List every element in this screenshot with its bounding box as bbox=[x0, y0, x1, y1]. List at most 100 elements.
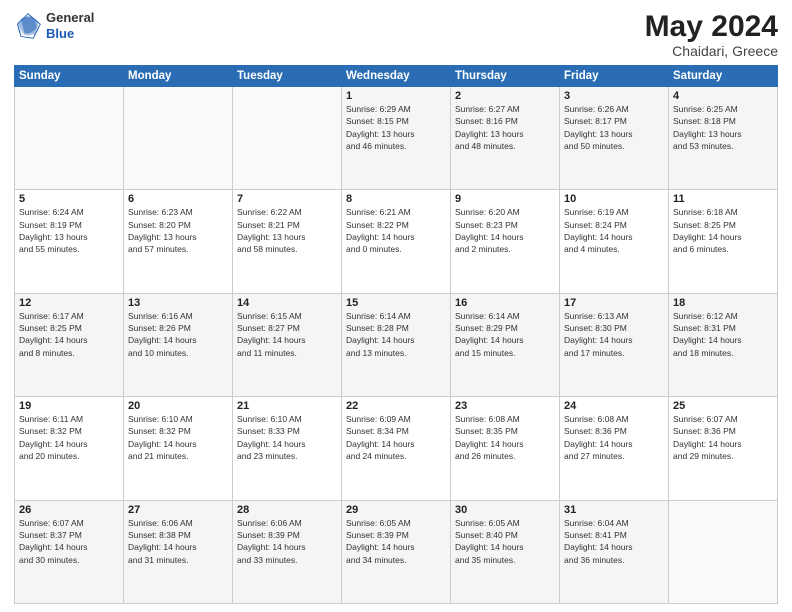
day-cell bbox=[124, 87, 233, 190]
day-cell: 13Sunrise: 6:16 AM Sunset: 8:26 PM Dayli… bbox=[124, 293, 233, 396]
day-number: 22 bbox=[346, 400, 446, 412]
day-cell: 23Sunrise: 6:08 AM Sunset: 8:35 PM Dayli… bbox=[451, 397, 560, 500]
day-number: 1 bbox=[346, 90, 446, 102]
day-info: Sunrise: 6:16 AM Sunset: 8:26 PM Dayligh… bbox=[128, 310, 228, 359]
day-cell: 29Sunrise: 6:05 AM Sunset: 8:39 PM Dayli… bbox=[342, 500, 451, 603]
day-number: 12 bbox=[19, 297, 119, 309]
day-cell: 20Sunrise: 6:10 AM Sunset: 8:32 PM Dayli… bbox=[124, 397, 233, 500]
day-info: Sunrise: 6:19 AM Sunset: 8:24 PM Dayligh… bbox=[564, 206, 664, 255]
day-number: 14 bbox=[237, 297, 337, 309]
day-cell: 26Sunrise: 6:07 AM Sunset: 8:37 PM Dayli… bbox=[15, 500, 124, 603]
title-month: May 2024 bbox=[645, 10, 778, 43]
title-block: May 2024 Chaidari, Greece bbox=[645, 10, 778, 59]
day-number: 29 bbox=[346, 504, 446, 516]
day-info: Sunrise: 6:17 AM Sunset: 8:25 PM Dayligh… bbox=[19, 310, 119, 359]
day-info: Sunrise: 6:07 AM Sunset: 8:37 PM Dayligh… bbox=[19, 517, 119, 566]
day-number: 11 bbox=[673, 193, 773, 205]
day-info: Sunrise: 6:24 AM Sunset: 8:19 PM Dayligh… bbox=[19, 206, 119, 255]
day-cell: 6Sunrise: 6:23 AM Sunset: 8:20 PM Daylig… bbox=[124, 190, 233, 293]
day-info: Sunrise: 6:06 AM Sunset: 8:38 PM Dayligh… bbox=[128, 517, 228, 566]
col-saturday: Saturday bbox=[669, 66, 778, 87]
day-number: 27 bbox=[128, 504, 228, 516]
day-cell: 18Sunrise: 6:12 AM Sunset: 8:31 PM Dayli… bbox=[669, 293, 778, 396]
day-cell: 14Sunrise: 6:15 AM Sunset: 8:27 PM Dayli… bbox=[233, 293, 342, 396]
day-number: 2 bbox=[455, 90, 555, 102]
day-cell: 1Sunrise: 6:29 AM Sunset: 8:15 PM Daylig… bbox=[342, 87, 451, 190]
day-number: 5 bbox=[19, 193, 119, 205]
header: General Blue May 2024 Chaidari, Greece bbox=[14, 10, 778, 59]
day-cell: 3Sunrise: 6:26 AM Sunset: 8:17 PM Daylig… bbox=[560, 87, 669, 190]
day-number: 3 bbox=[564, 90, 664, 102]
day-number: 16 bbox=[455, 297, 555, 309]
day-info: Sunrise: 6:06 AM Sunset: 8:39 PM Dayligh… bbox=[237, 517, 337, 566]
day-info: Sunrise: 6:11 AM Sunset: 8:32 PM Dayligh… bbox=[19, 413, 119, 462]
day-info: Sunrise: 6:12 AM Sunset: 8:31 PM Dayligh… bbox=[673, 310, 773, 359]
day-cell: 16Sunrise: 6:14 AM Sunset: 8:29 PM Dayli… bbox=[451, 293, 560, 396]
day-info: Sunrise: 6:04 AM Sunset: 8:41 PM Dayligh… bbox=[564, 517, 664, 566]
week-row-1: 5Sunrise: 6:24 AM Sunset: 8:19 PM Daylig… bbox=[15, 190, 778, 293]
day-cell: 30Sunrise: 6:05 AM Sunset: 8:40 PM Dayli… bbox=[451, 500, 560, 603]
day-cell: 11Sunrise: 6:18 AM Sunset: 8:25 PM Dayli… bbox=[669, 190, 778, 293]
day-number: 28 bbox=[237, 504, 337, 516]
day-number: 7 bbox=[237, 193, 337, 205]
day-number: 31 bbox=[564, 504, 664, 516]
logo-general: General bbox=[46, 10, 94, 26]
day-cell: 19Sunrise: 6:11 AM Sunset: 8:32 PM Dayli… bbox=[15, 397, 124, 500]
week-row-2: 12Sunrise: 6:17 AM Sunset: 8:25 PM Dayli… bbox=[15, 293, 778, 396]
title-location: Chaidari, Greece bbox=[645, 43, 778, 59]
day-info: Sunrise: 6:15 AM Sunset: 8:27 PM Dayligh… bbox=[237, 310, 337, 359]
col-thursday: Thursday bbox=[451, 66, 560, 87]
day-cell: 17Sunrise: 6:13 AM Sunset: 8:30 PM Dayli… bbox=[560, 293, 669, 396]
page: General Blue May 2024 Chaidari, Greece S… bbox=[0, 0, 792, 612]
day-cell: 4Sunrise: 6:25 AM Sunset: 8:18 PM Daylig… bbox=[669, 87, 778, 190]
day-cell: 31Sunrise: 6:04 AM Sunset: 8:41 PM Dayli… bbox=[560, 500, 669, 603]
day-info: Sunrise: 6:22 AM Sunset: 8:21 PM Dayligh… bbox=[237, 206, 337, 255]
day-number: 26 bbox=[19, 504, 119, 516]
day-number: 15 bbox=[346, 297, 446, 309]
day-number: 10 bbox=[564, 193, 664, 205]
day-cell: 9Sunrise: 6:20 AM Sunset: 8:23 PM Daylig… bbox=[451, 190, 560, 293]
logo-blue: Blue bbox=[46, 26, 94, 42]
day-info: Sunrise: 6:05 AM Sunset: 8:39 PM Dayligh… bbox=[346, 517, 446, 566]
day-info: Sunrise: 6:14 AM Sunset: 8:28 PM Dayligh… bbox=[346, 310, 446, 359]
day-cell: 8Sunrise: 6:21 AM Sunset: 8:22 PM Daylig… bbox=[342, 190, 451, 293]
day-cell: 21Sunrise: 6:10 AM Sunset: 8:33 PM Dayli… bbox=[233, 397, 342, 500]
day-number: 20 bbox=[128, 400, 228, 412]
day-cell: 10Sunrise: 6:19 AM Sunset: 8:24 PM Dayli… bbox=[560, 190, 669, 293]
day-cell: 28Sunrise: 6:06 AM Sunset: 8:39 PM Dayli… bbox=[233, 500, 342, 603]
col-friday: Friday bbox=[560, 66, 669, 87]
day-info: Sunrise: 6:09 AM Sunset: 8:34 PM Dayligh… bbox=[346, 413, 446, 462]
week-row-0: 1Sunrise: 6:29 AM Sunset: 8:15 PM Daylig… bbox=[15, 87, 778, 190]
day-number: 17 bbox=[564, 297, 664, 309]
day-number: 8 bbox=[346, 193, 446, 205]
day-info: Sunrise: 6:18 AM Sunset: 8:25 PM Dayligh… bbox=[673, 206, 773, 255]
day-number: 6 bbox=[128, 193, 228, 205]
day-info: Sunrise: 6:21 AM Sunset: 8:22 PM Dayligh… bbox=[346, 206, 446, 255]
day-info: Sunrise: 6:08 AM Sunset: 8:36 PM Dayligh… bbox=[564, 413, 664, 462]
day-info: Sunrise: 6:10 AM Sunset: 8:33 PM Dayligh… bbox=[237, 413, 337, 462]
day-cell: 27Sunrise: 6:06 AM Sunset: 8:38 PM Dayli… bbox=[124, 500, 233, 603]
day-number: 19 bbox=[19, 400, 119, 412]
day-cell bbox=[15, 87, 124, 190]
day-info: Sunrise: 6:07 AM Sunset: 8:36 PM Dayligh… bbox=[673, 413, 773, 462]
day-info: Sunrise: 6:08 AM Sunset: 8:35 PM Dayligh… bbox=[455, 413, 555, 462]
day-info: Sunrise: 6:13 AM Sunset: 8:30 PM Dayligh… bbox=[564, 310, 664, 359]
day-number: 21 bbox=[237, 400, 337, 412]
logo: General Blue bbox=[14, 10, 94, 41]
day-info: Sunrise: 6:26 AM Sunset: 8:17 PM Dayligh… bbox=[564, 103, 664, 152]
day-cell: 5Sunrise: 6:24 AM Sunset: 8:19 PM Daylig… bbox=[15, 190, 124, 293]
week-row-3: 19Sunrise: 6:11 AM Sunset: 8:32 PM Dayli… bbox=[15, 397, 778, 500]
day-info: Sunrise: 6:29 AM Sunset: 8:15 PM Dayligh… bbox=[346, 103, 446, 152]
day-info: Sunrise: 6:23 AM Sunset: 8:20 PM Dayligh… bbox=[128, 206, 228, 255]
logo-text: General Blue bbox=[46, 10, 94, 41]
week-row-4: 26Sunrise: 6:07 AM Sunset: 8:37 PM Dayli… bbox=[15, 500, 778, 603]
day-number: 4 bbox=[673, 90, 773, 102]
day-cell bbox=[233, 87, 342, 190]
calendar-table: Sunday Monday Tuesday Wednesday Thursday… bbox=[14, 65, 778, 604]
day-number: 30 bbox=[455, 504, 555, 516]
col-tuesday: Tuesday bbox=[233, 66, 342, 87]
day-info: Sunrise: 6:27 AM Sunset: 8:16 PM Dayligh… bbox=[455, 103, 555, 152]
day-cell: 22Sunrise: 6:09 AM Sunset: 8:34 PM Dayli… bbox=[342, 397, 451, 500]
day-number: 23 bbox=[455, 400, 555, 412]
day-cell: 15Sunrise: 6:14 AM Sunset: 8:28 PM Dayli… bbox=[342, 293, 451, 396]
